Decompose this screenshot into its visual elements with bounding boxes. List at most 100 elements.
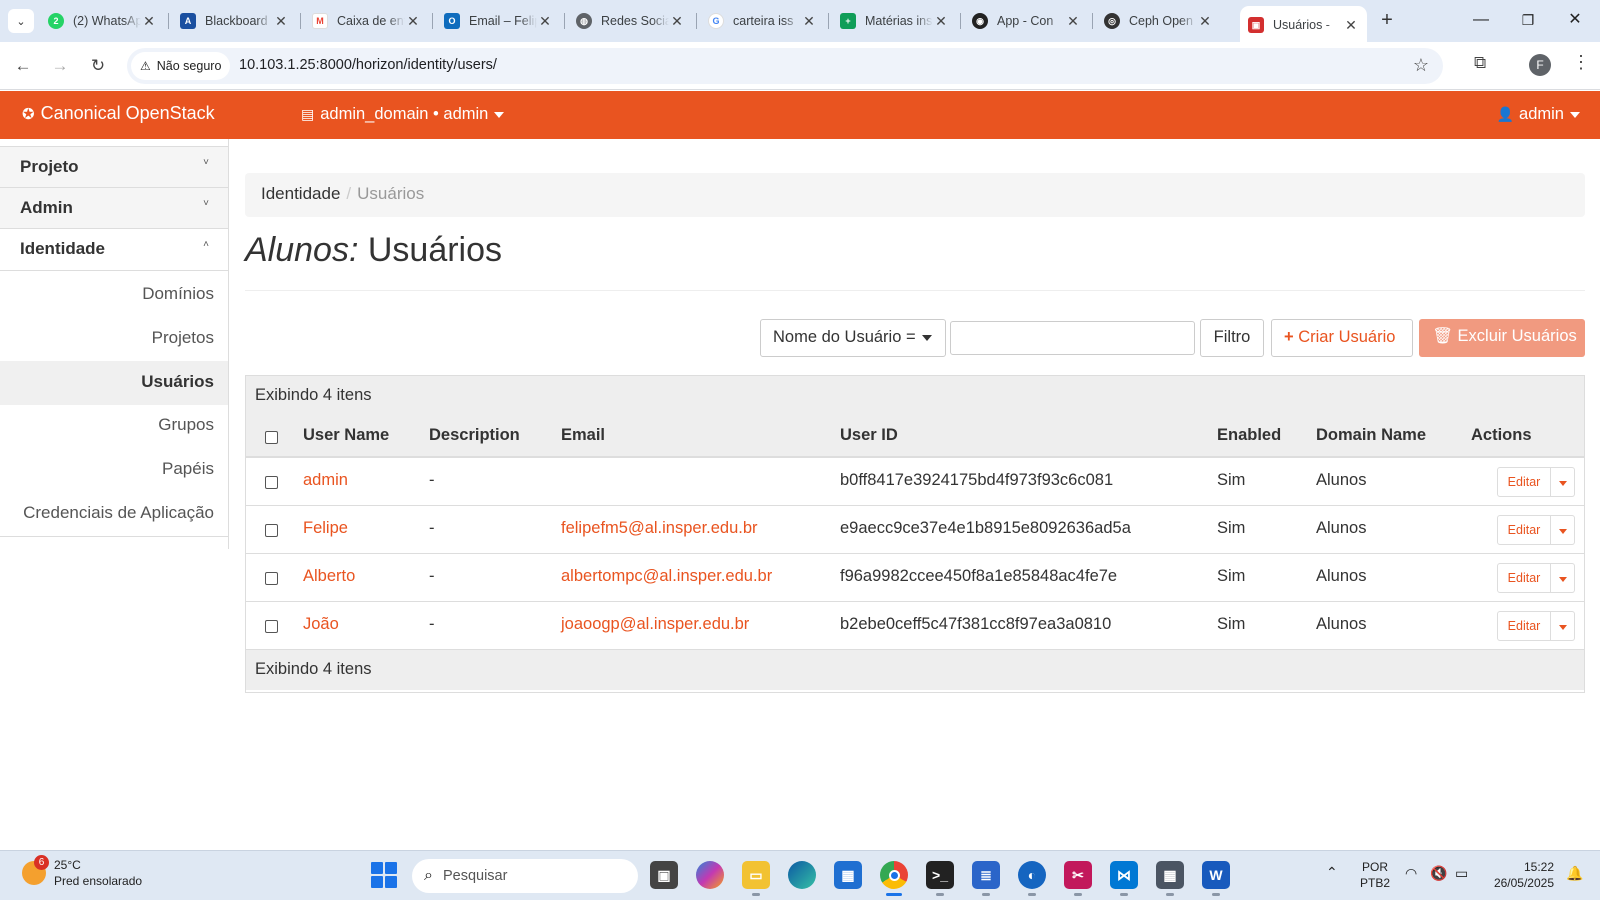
battery-icon[interactable]: ▭	[1455, 865, 1468, 881]
close-tab-icon[interactable]: ✕	[933, 13, 949, 30]
windows-start-icon[interactable]	[371, 862, 397, 888]
user-dropdown[interactable]: 👤 admin	[1497, 105, 1580, 124]
column-header-user-name[interactable]: User Name	[303, 426, 389, 445]
file-explorer-icon[interactable]: ▭	[742, 861, 770, 896]
browser-tab[interactable]: ◍ Redes Sociais ✕	[568, 8, 693, 34]
sidebar-section-projeto[interactable]: Projeto ˅	[0, 147, 229, 188]
sidebar-item-credenciais[interactable]: Credenciais de Aplicação	[0, 492, 229, 536]
user-name-link[interactable]: João	[303, 615, 339, 634]
language-indicator[interactable]: POR PTB2	[1360, 859, 1390, 891]
close-tab-icon[interactable]: ✕	[1197, 13, 1213, 30]
delete-users-button[interactable]: 🗑 Excluir Usuários	[1419, 319, 1585, 357]
close-window-icon[interactable]: ✕	[1560, 8, 1590, 32]
row-actions-dropdown[interactable]	[1551, 563, 1575, 593]
edit-user-button[interactable]: Editar	[1497, 611, 1551, 641]
row-actions-dropdown[interactable]	[1551, 611, 1575, 641]
select-all-checkbox[interactable]	[265, 431, 278, 444]
profile-avatar[interactable]: F	[1529, 54, 1551, 76]
store-icon[interactable]: ▦	[834, 861, 862, 889]
terminal-icon[interactable]: >_	[926, 861, 954, 896]
sidebar-item-usuarios[interactable]: Usuários	[0, 361, 229, 405]
bookmark-star-icon[interactable]: ☆	[1413, 55, 1429, 76]
create-user-button[interactable]: + Criar Usuário	[1271, 319, 1413, 357]
close-tab-icon[interactable]: ✕	[1343, 17, 1359, 34]
close-tab-icon[interactable]: ✕	[141, 13, 157, 30]
close-tab-icon[interactable]: ✕	[1065, 13, 1081, 30]
minimize-window-icon[interactable]: —	[1466, 8, 1496, 32]
restore-window-icon[interactable]: ❐	[1513, 8, 1543, 32]
edit-user-button[interactable]: Editar	[1497, 467, 1551, 497]
reload-icon[interactable]: ↻	[86, 54, 110, 78]
user-email-link[interactable]: felipefm5@al.insper.edu.br	[561, 519, 758, 538]
user-name-link[interactable]: admin	[303, 471, 348, 490]
sidebar-section-admin[interactable]: Admin ˅	[0, 188, 229, 229]
forward-arrow-icon[interactable]: →	[48, 54, 72, 78]
weather-widget[interactable]: 6 25°C Pred ensolarado	[22, 855, 142, 889]
column-header-domain-name[interactable]: Domain Name	[1316, 426, 1426, 445]
user-email-link[interactable]: albertompc@al.insper.edu.br	[561, 567, 772, 586]
column-header-enabled[interactable]: Enabled	[1217, 426, 1281, 445]
edge-icon[interactable]	[788, 861, 816, 889]
wifi-icon[interactable]: ◠	[1405, 865, 1417, 881]
row-checkbox[interactable]	[265, 524, 278, 537]
browser-tab[interactable]: 2 (2) WhatsApp ✕	[40, 8, 165, 34]
browser-tab[interactable]: ◉ App - Con ✕	[964, 8, 1089, 34]
sidebar-item-dominios[interactable]: Domínios	[0, 273, 229, 317]
site-info-chip[interactable]: ⚠ Não seguro	[131, 52, 231, 80]
vscode-icon[interactable]: ⋈	[1110, 861, 1138, 896]
filter-button[interactable]: Filtro	[1200, 319, 1264, 357]
word-icon[interactable]: W	[1202, 861, 1230, 896]
close-tab-icon[interactable]: ✕	[405, 13, 421, 30]
row-checkbox[interactable]	[265, 572, 278, 585]
back-arrow-icon[interactable]: ←	[11, 54, 35, 78]
browser-tab[interactable]: G carteira iss ✕	[700, 8, 825, 34]
filter-input[interactable]	[950, 321, 1195, 355]
close-tab-icon[interactable]: ✕	[801, 13, 817, 30]
browser-tab[interactable]: M Caixa de entrada ✕	[304, 8, 429, 34]
user-email-link[interactable]: joaoogp@al.insper.edu.br	[561, 615, 749, 634]
copilot-icon[interactable]	[696, 861, 724, 889]
extensions-puzzle-icon[interactable]: ⧉	[1474, 53, 1486, 73]
sidebar-item-grupos[interactable]: Grupos	[0, 404, 229, 448]
sidebar-item-projetos[interactable]: Projetos	[0, 317, 229, 361]
url-text[interactable]: 10.103.1.25:8000/horizon/identity/users/	[239, 57, 497, 73]
edit-user-button[interactable]: Editar	[1497, 563, 1551, 593]
edit-user-button[interactable]: Editar	[1497, 515, 1551, 545]
row-actions-dropdown[interactable]	[1551, 515, 1575, 545]
brand-logo[interactable]: ✪ Canonical OpenStack	[22, 103, 215, 124]
volume-muted-icon[interactable]: 🔇	[1430, 865, 1447, 881]
column-header-description[interactable]: Description	[429, 426, 520, 445]
chevron-up-icon[interactable]: ⌃	[1326, 864, 1338, 880]
notification-bell-icon[interactable]: 🔔	[1566, 865, 1583, 881]
browser-tab-active[interactable]: ▣ Usuários - ✕	[1240, 6, 1367, 42]
sidebar-item-papeis[interactable]: Papéis	[0, 448, 229, 492]
column-header-email[interactable]: Email	[561, 426, 605, 445]
task-view-icon[interactable]: ▣	[650, 861, 678, 889]
snipping-tool-icon[interactable]: ✂	[1064, 861, 1092, 896]
row-actions-dropdown[interactable]	[1551, 467, 1575, 497]
address-bar[interactable]: ⚠ Não seguro 10.103.1.25:8000/horizon/id…	[127, 48, 1443, 84]
calculator-icon[interactable]: ▦	[1156, 861, 1184, 896]
user-name-link[interactable]: Alberto	[303, 567, 355, 586]
column-header-user-id[interactable]: User ID	[840, 426, 898, 445]
browser-tab[interactable]: A Blackboard ✕	[172, 8, 297, 34]
taskbar-search[interactable]: ⌕ Pesquisar	[412, 859, 638, 893]
close-tab-icon[interactable]: ✕	[537, 13, 553, 30]
row-checkbox[interactable]	[265, 620, 278, 633]
close-tab-icon[interactable]: ✕	[273, 13, 289, 30]
clock[interactable]: 15:22 26/05/2025	[1490, 859, 1554, 891]
browser-tab[interactable]: + Matérias insper ✕	[832, 8, 957, 34]
browser-menu-icon[interactable]: ⋮	[1572, 52, 1590, 73]
new-tab-button[interactable]: +	[1375, 9, 1399, 33]
row-checkbox[interactable]	[265, 476, 278, 489]
browser-tab[interactable]: ◎ Ceph Open ✕	[1096, 8, 1221, 34]
close-tab-icon[interactable]: ✕	[669, 13, 685, 30]
tab-search-button[interactable]: ⌄	[8, 9, 34, 33]
chrome-icon[interactable]	[880, 861, 908, 896]
browser-tab[interactable]: O Email – Felipe ✕	[436, 8, 561, 34]
breadcrumb-root[interactable]: Identidade	[261, 184, 340, 203]
sidebar-section-identidade[interactable]: Identidade ˄	[0, 229, 229, 271]
remote-desktop-icon[interactable]: ◐	[1018, 861, 1046, 896]
filter-field-select[interactable]: Nome do Usuário =	[760, 319, 946, 357]
notepad-icon[interactable]: ≣	[972, 861, 1000, 896]
